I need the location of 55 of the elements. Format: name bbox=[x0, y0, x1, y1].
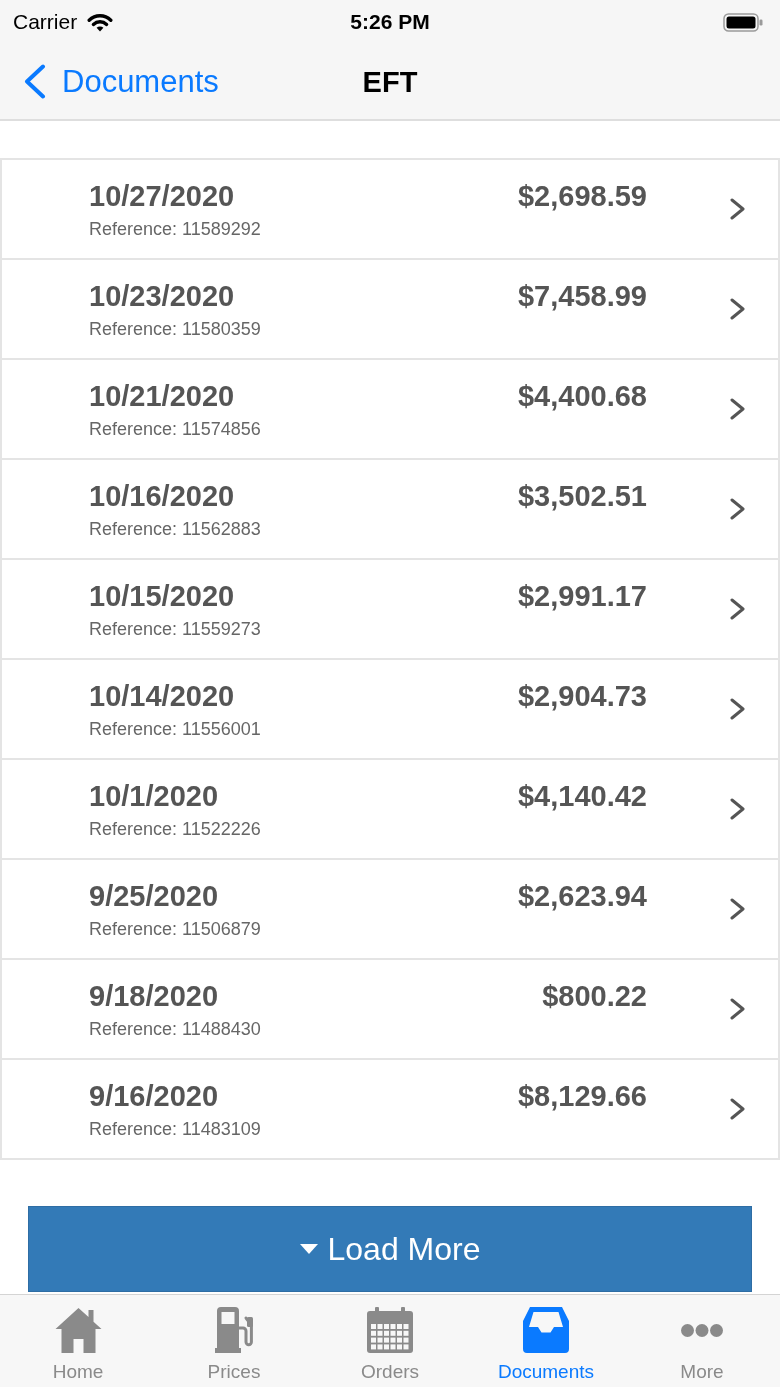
transaction-reference: Reference: 11589292 bbox=[89, 218, 261, 240]
transaction-reference: Reference: 11562883 bbox=[89, 518, 261, 540]
transaction-amount: $2,698.59 bbox=[518, 179, 647, 214]
home-icon bbox=[54, 1307, 102, 1353]
inbox-tray-icon bbox=[523, 1307, 569, 1353]
transaction-date: 10/1/2020 bbox=[89, 779, 218, 814]
back-button[interactable]: Documents bbox=[24, 63, 219, 100]
carrier-name: Carrier bbox=[13, 9, 78, 35]
transaction-reference: Reference: 11488430 bbox=[89, 1018, 261, 1040]
chevron-right-icon bbox=[729, 598, 746, 620]
calendar-icon bbox=[367, 1307, 413, 1353]
transaction-amount: $8,129.66 bbox=[518, 1079, 647, 1114]
chevron-right-icon bbox=[729, 698, 746, 720]
transaction-date: 10/16/2020 bbox=[89, 479, 235, 514]
transaction-amount: $800.22 bbox=[542, 979, 647, 1014]
chevron-right-icon bbox=[729, 998, 746, 1020]
transaction-amount: $4,400.68 bbox=[518, 379, 647, 414]
status-time: 5:26 PM bbox=[350, 9, 430, 35]
transaction-reference: Reference: 11522226 bbox=[89, 818, 261, 840]
transaction-date: 9/25/2020 bbox=[89, 879, 218, 914]
transaction-amount: $2,904.73 bbox=[518, 679, 647, 714]
transaction-amount: $3,502.51 bbox=[518, 479, 647, 514]
transaction-amount: $4,140.42 bbox=[518, 779, 647, 814]
transaction-date: 10/23/2020 bbox=[89, 279, 235, 314]
fuel-pump-icon bbox=[213, 1307, 255, 1353]
transaction-reference: Reference: 11580359 bbox=[89, 318, 261, 340]
transaction-date: 10/15/2020 bbox=[89, 579, 235, 614]
transaction-reference: Reference: 11556001 bbox=[89, 718, 261, 740]
ellipsis-icon bbox=[681, 1323, 723, 1337]
wifi-icon bbox=[87, 12, 114, 32]
transaction-date: 9/18/2020 bbox=[89, 979, 218, 1014]
transaction-reference: Reference: 11506879 bbox=[89, 918, 261, 940]
back-chevron-icon bbox=[24, 64, 46, 99]
page-title: EFT bbox=[362, 64, 418, 100]
transaction-date: 10/14/2020 bbox=[89, 679, 235, 714]
chevron-right-icon bbox=[729, 798, 746, 820]
transaction-reference: Reference: 11559273 bbox=[89, 618, 261, 640]
load-more-button[interactable]: Load More bbox=[28, 1206, 752, 1292]
transaction-amount: $2,991.17 bbox=[518, 579, 647, 614]
battery-icon bbox=[723, 12, 763, 32]
transaction-date: 10/27/2020 bbox=[89, 179, 235, 214]
chevron-right-icon bbox=[729, 498, 746, 520]
transaction-date: 9/16/2020 bbox=[89, 1079, 218, 1114]
tab-bar-item[interactable]: Documents bbox=[497, 1295, 595, 1383]
caret-down-icon bbox=[299, 1244, 318, 1254]
chevron-right-icon bbox=[729, 398, 746, 420]
chevron-right-icon bbox=[729, 298, 746, 320]
transaction-amount: $7,458.99 bbox=[518, 279, 647, 314]
transaction-reference: Reference: 11574856 bbox=[89, 418, 261, 440]
chevron-right-icon bbox=[729, 1098, 746, 1120]
transaction-amount: $2,623.94 bbox=[518, 879, 647, 914]
transaction-date: 10/21/2020 bbox=[89, 379, 235, 414]
transaction-reference: Reference: 11483109 bbox=[89, 1118, 261, 1140]
chevron-right-icon bbox=[729, 198, 746, 220]
chevron-right-icon bbox=[729, 898, 746, 920]
